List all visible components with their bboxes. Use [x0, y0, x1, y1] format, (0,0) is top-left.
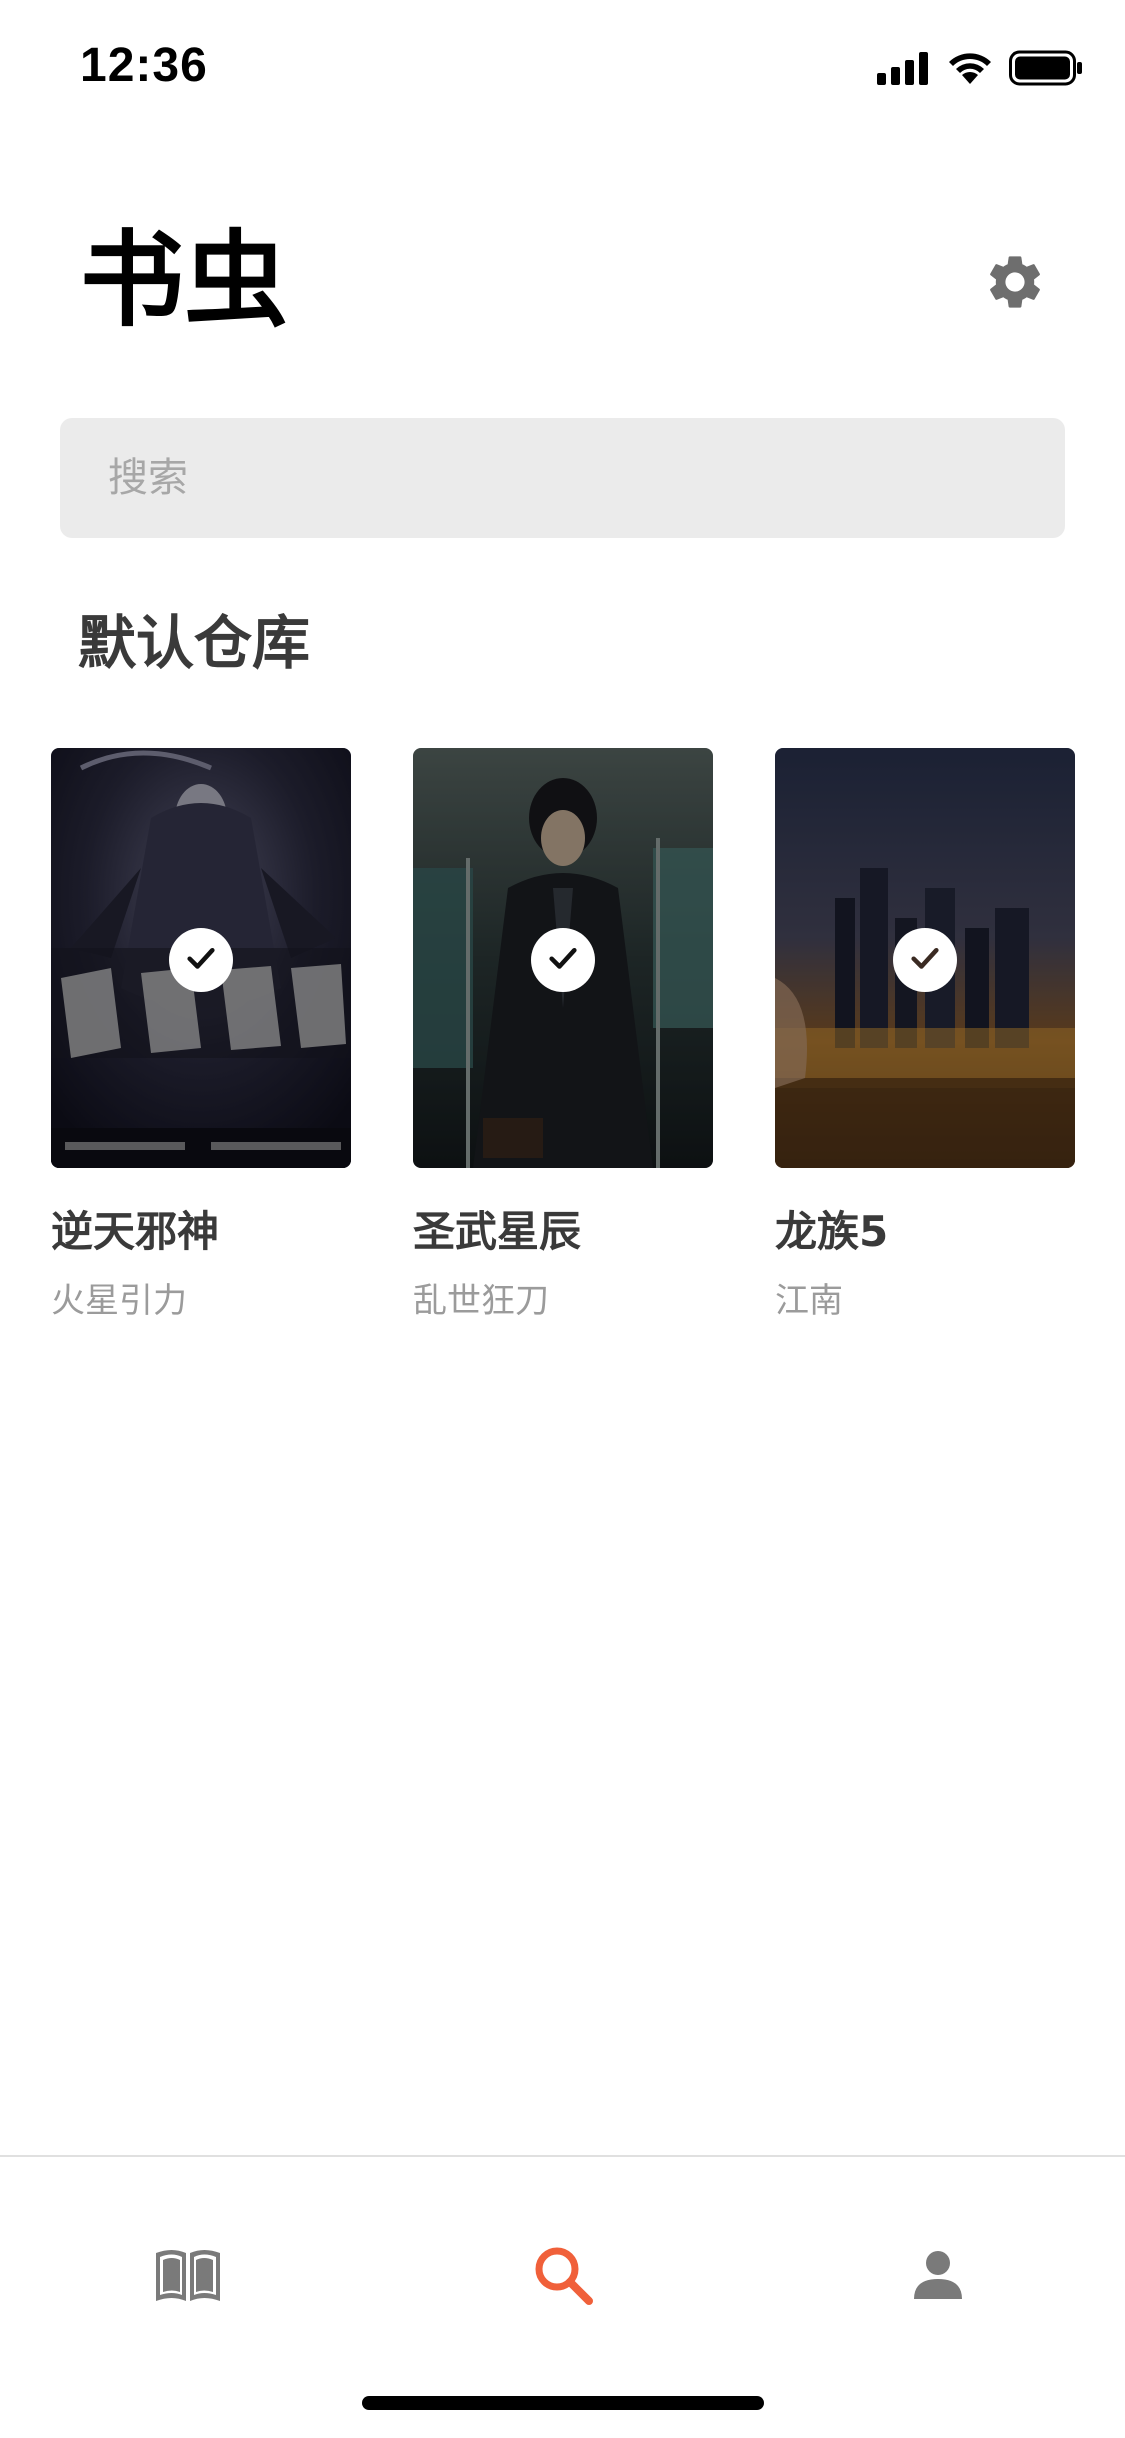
checkmark-icon — [184, 941, 218, 979]
book-cover[interactable] — [413, 748, 713, 1168]
search-icon — [531, 2243, 595, 2311]
tab-library[interactable] — [128, 2217, 248, 2337]
battery-icon — [1009, 50, 1083, 86]
book-card[interactable]: 圣武星辰 乱世狂刀 — [413, 748, 713, 1322]
book-author: 乱世狂刀 — [413, 1281, 549, 1321]
home-indicator — [362, 2396, 764, 2410]
checkmark-icon — [546, 941, 580, 979]
section-title: 默认仓库 — [78, 609, 311, 677]
person-icon — [910, 2247, 966, 2307]
cellular-signal-icon — [877, 51, 931, 85]
book-author: 火星引力 — [51, 1281, 187, 1321]
tab-search[interactable] — [503, 2217, 623, 2337]
status-icons — [877, 50, 1083, 86]
book-title: 逆天邪神 — [51, 1207, 220, 1256]
status-time: 12:36 — [80, 39, 208, 92]
open-book-icon — [152, 2245, 224, 2309]
selected-badge — [169, 928, 233, 992]
checkmark-icon — [908, 941, 942, 979]
settings-button[interactable] — [975, 248, 1055, 320]
tab-profile[interactable] — [878, 2217, 998, 2337]
selected-badge — [531, 928, 595, 992]
selected-badge — [893, 928, 957, 992]
search-input[interactable] — [106, 454, 1065, 502]
book-title: 龙族5 — [775, 1207, 889, 1256]
book-title: 圣武星辰 — [413, 1207, 582, 1256]
status-bar: 12:36 — [0, 0, 1125, 132]
page-title: 书虫 — [80, 219, 289, 341]
book-card[interactable]: 龙族5 江南 — [775, 748, 1075, 1322]
search-bar[interactable] — [60, 418, 1065, 538]
wifi-icon — [947, 51, 993, 85]
book-author: 江南 — [775, 1281, 843, 1321]
book-cover[interactable] — [775, 748, 1075, 1168]
book-card[interactable]: 逆天邪神 火星引力 — [51, 748, 351, 1322]
book-cover[interactable] — [51, 748, 351, 1168]
gear-icon — [983, 250, 1047, 318]
